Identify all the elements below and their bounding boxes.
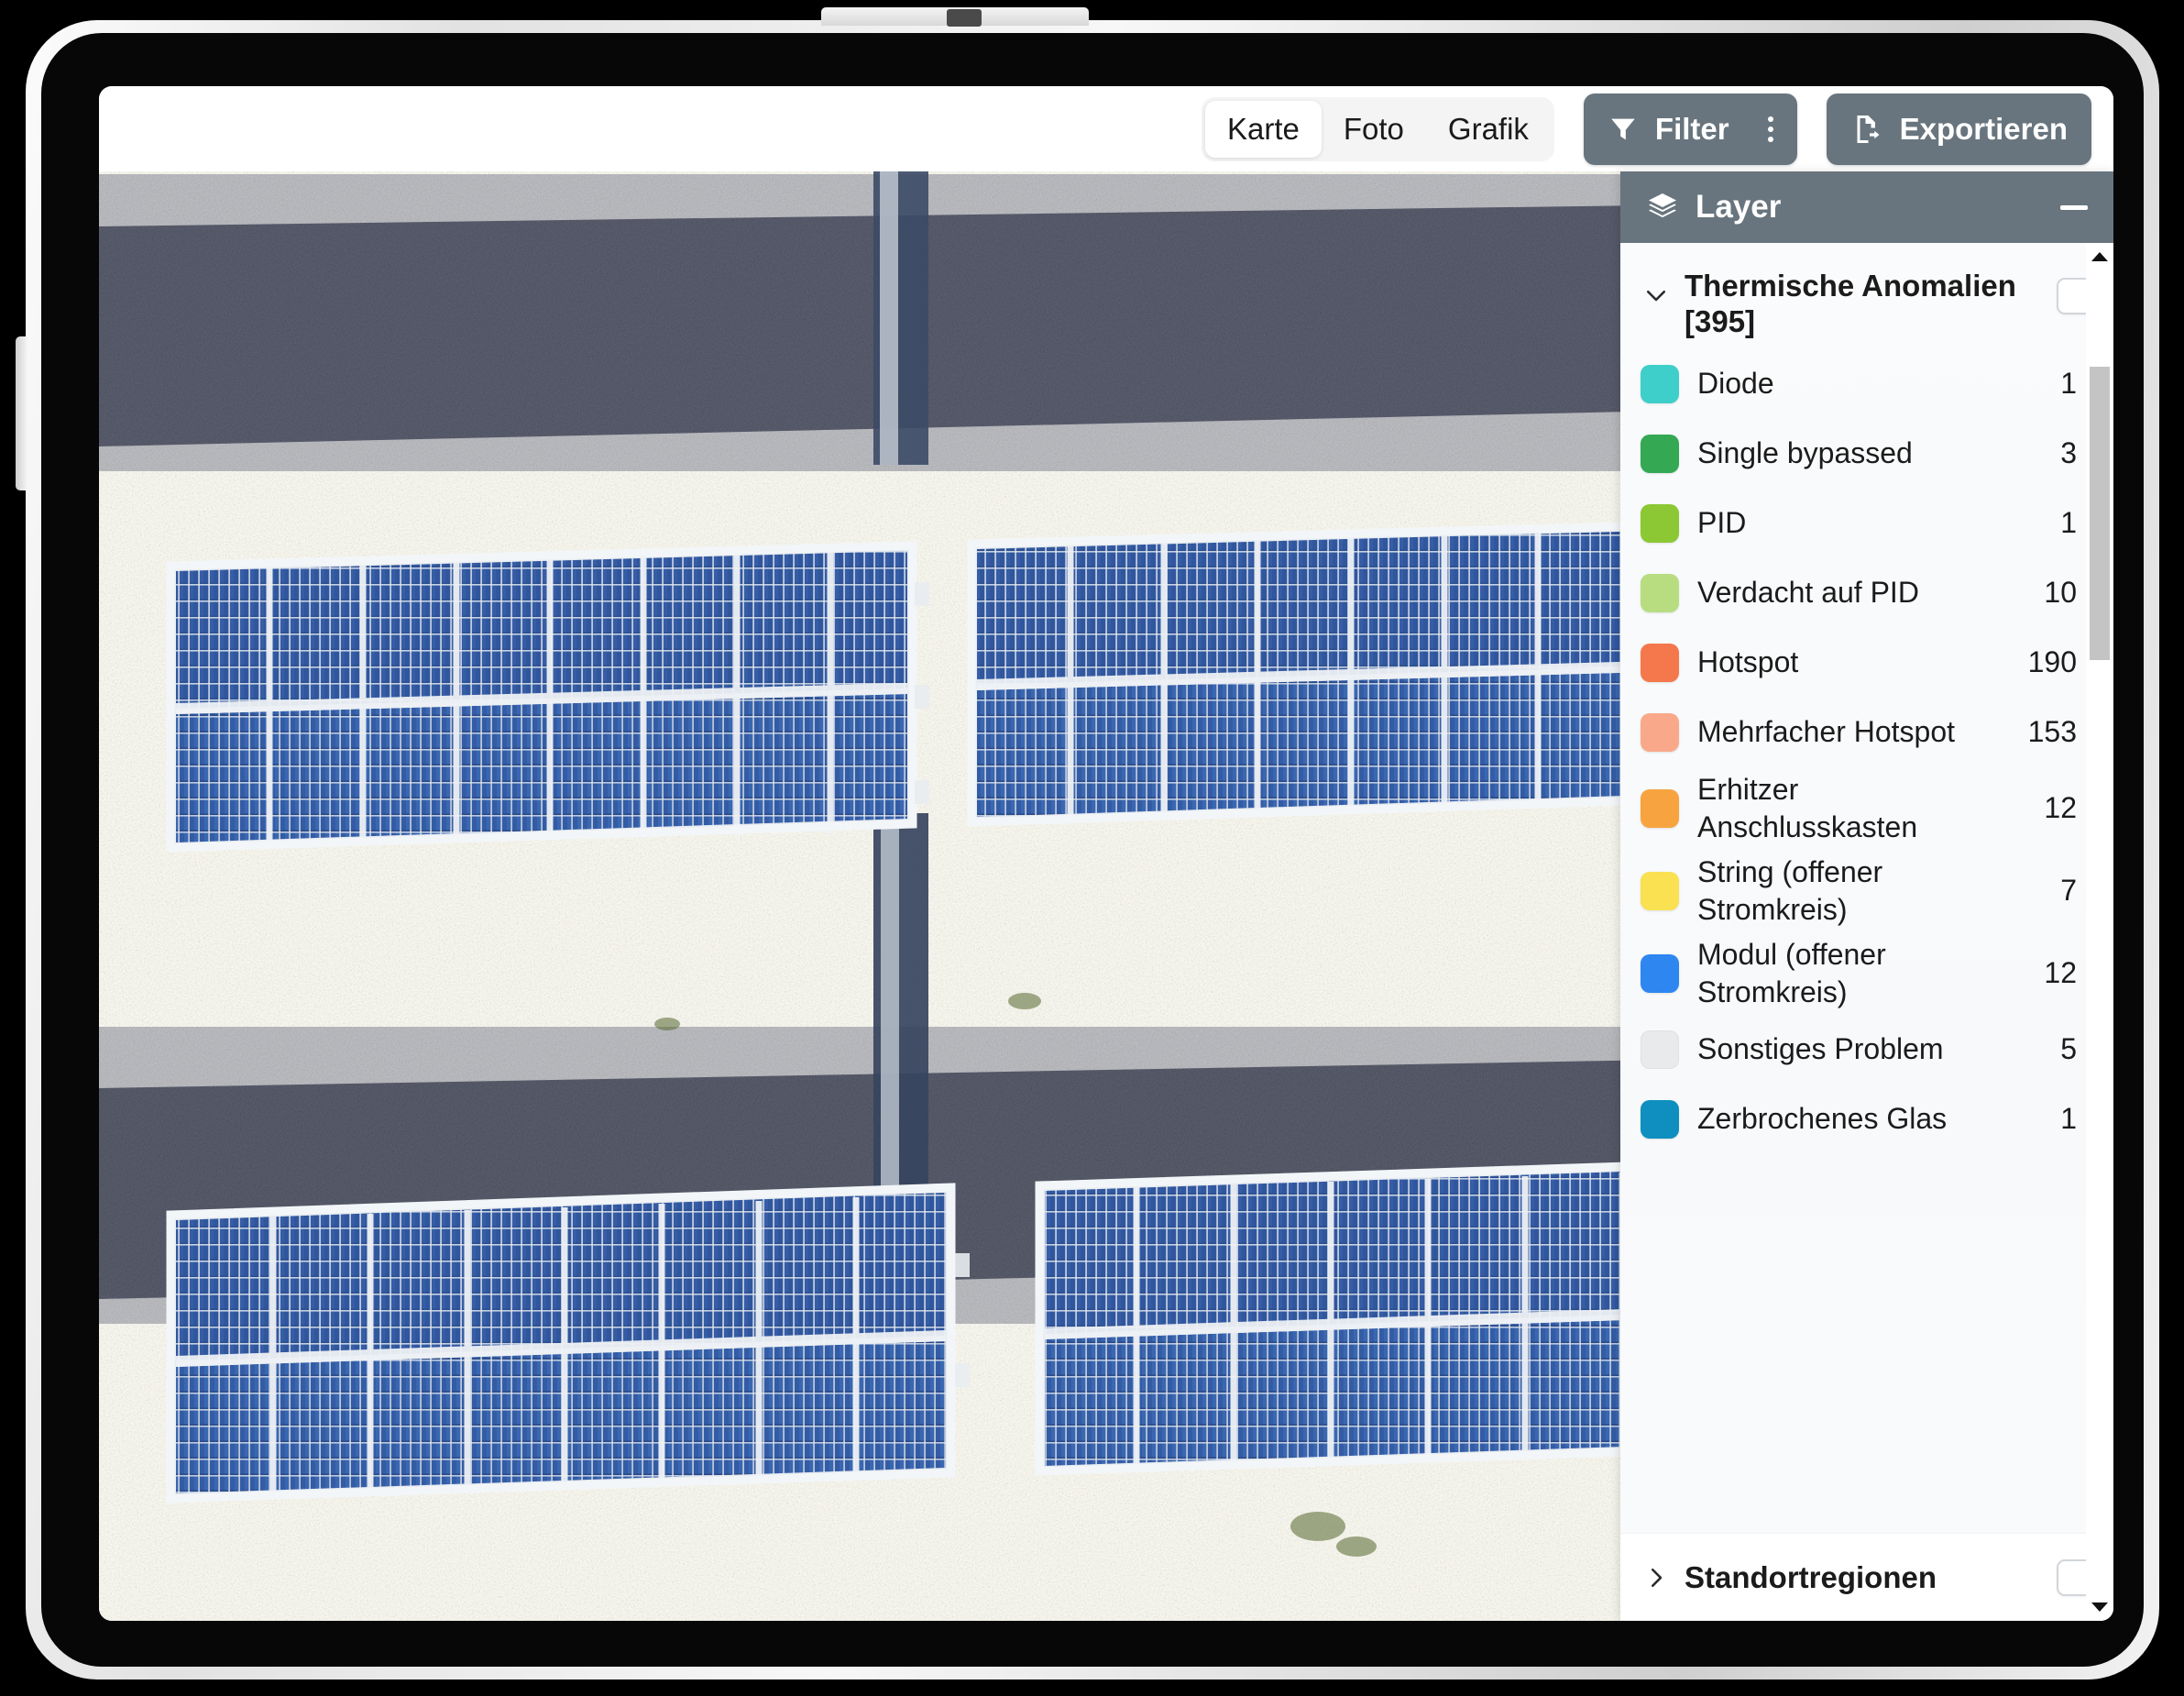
legend-row[interactable]: Modul (offener Stromkreis) 12	[1641, 932, 2093, 1015]
filter-button-label: Filter	[1654, 111, 1729, 146]
legend-label: PID	[1697, 506, 1747, 540]
chevron-down-icon[interactable]	[1641, 269, 1672, 309]
scrollbar-track[interactable]	[2086, 270, 2113, 1593]
layer-panel-scrollbar[interactable]	[2086, 243, 2113, 1621]
legend-row[interactable]: PID 1	[1641, 489, 2093, 558]
legend-label: Hotspot	[1697, 645, 1799, 679]
legend-color-swatch	[1641, 953, 1679, 993]
scrollbar-thumb[interactable]	[2090, 367, 2110, 660]
legend-row[interactable]: String (offener Stromkreis) 7	[1641, 850, 2093, 932]
legend-label: Diode	[1697, 367, 1774, 401]
funnel-icon	[1608, 114, 1639, 145]
legend-color-swatch	[1641, 643, 1679, 682]
legend-color-swatch	[1641, 788, 1679, 828]
legend-count: 5	[2060, 1032, 2077, 1066]
layer-panel-title: Layer	[1696, 189, 1782, 225]
device-bezel: Karte Foto Grafik Filter Exportieren Lay…	[41, 33, 2144, 1667]
legend-label: Single bypassed	[1697, 436, 1913, 470]
legend-color-swatch	[1641, 364, 1679, 403]
legend-label: Erhitzer Anschlusskasten	[1697, 772, 1918, 843]
legend-label: String (offener Stromkreis)	[1697, 854, 1883, 926]
solar-panel-row-1-right	[967, 521, 1662, 827]
legend-label: Modul (offener Stromkreis)	[1697, 937, 1886, 1008]
solar-panel-row-2-left	[166, 1183, 956, 1503]
legend-count: 7	[2060, 874, 2077, 908]
legend-row[interactable]: Single bypassed 3	[1641, 419, 2093, 489]
camera-lens	[947, 9, 982, 27]
tablet-device-frame: Karte Foto Grafik Filter Exportieren Lay…	[16, 7, 2159, 1679]
more-vertical-icon[interactable]	[1767, 116, 1773, 142]
file-export-icon	[1850, 113, 1883, 146]
tab-foto[interactable]: Foto	[1322, 101, 1426, 158]
view-mode-tabs: Karte Foto Grafik	[1201, 96, 1554, 161]
export-button[interactable]: Exportieren	[1826, 93, 2091, 165]
legend-color-swatch	[1641, 434, 1679, 473]
legend-row[interactable]: Erhitzer Anschlusskasten 12	[1641, 767, 2093, 850]
legend-color-swatch	[1641, 871, 1679, 910]
legend-label: Zerbrochenes Glas	[1697, 1102, 1948, 1136]
legend-count: 12	[2044, 956, 2077, 990]
layer-panel: Layer Thermische Anomalien [395] Diode 1 S…	[1620, 171, 2113, 1621]
legend-count: 1	[2060, 367, 2077, 401]
layer-group2-title: Standortregionen	[1685, 1559, 1937, 1594]
caret-up-icon[interactable]	[2091, 243, 2109, 270]
layers-icon	[1646, 191, 1679, 224]
legend-color-swatch	[1641, 573, 1679, 612]
filter-button[interactable]: Filter	[1583, 93, 1797, 165]
top-toolbar: Karte Foto Grafik Filter Exportieren	[99, 86, 2113, 171]
legend-label: Sonstiges Problem	[1697, 1032, 1944, 1066]
legend-label: Mehrfacher Hotspot	[1697, 715, 1956, 749]
legend-color-swatch	[1641, 1099, 1679, 1139]
layer-group-thermische-anomalien[interactable]: Thermische Anomalien [395]	[1620, 243, 2113, 349]
layer-group-standortregionen[interactable]: Standortregionen	[1620, 1533, 2113, 1621]
legend-count: 10	[2044, 576, 2077, 610]
legend-row[interactable]: Mehrfacher Hotspot 153	[1641, 698, 2093, 767]
tablet-screen: Karte Foto Grafik Filter Exportieren Lay…	[99, 86, 2113, 1621]
legend-row[interactable]: Diode 1	[1641, 349, 2093, 419]
legend-row[interactable]: Hotspot 190	[1641, 628, 2093, 698]
tab-karte[interactable]: Karte	[1204, 100, 1322, 158]
legend-label: Verdacht auf PID	[1697, 576, 1919, 610]
layer-group-title: Thermische Anomalien [395]	[1685, 269, 2016, 338]
legend-count: 1	[2060, 506, 2077, 540]
tab-grafik[interactable]: Grafik	[1426, 101, 1551, 158]
legend-count: 3	[2060, 436, 2077, 470]
layer-panel-header[interactable]: Layer	[1620, 171, 2113, 243]
chevron-right-icon[interactable]	[1641, 1564, 1672, 1591]
legend-color-swatch	[1641, 503, 1679, 543]
legend-row[interactable]: Verdacht auf PID 10	[1641, 558, 2093, 628]
legend-count: 1	[2060, 1102, 2077, 1136]
legend-list: Diode 1 Single bypassed 3 PID 1 Verdacht auf P…	[1620, 349, 2113, 1154]
legend-row[interactable]: Sonstiges Problem 5	[1641, 1015, 2093, 1085]
device-side-button[interactable]	[16, 336, 27, 490]
legend-color-swatch	[1641, 1030, 1679, 1069]
caret-down-icon[interactable]	[2091, 1593, 2109, 1621]
export-button-label: Exportieren	[1899, 111, 2068, 146]
legend-count: 12	[2044, 791, 2077, 825]
legend-row[interactable]: Zerbrochenes Glas 1	[1641, 1085, 2093, 1154]
solar-panel-row-1-left	[166, 541, 917, 853]
legend-color-swatch	[1641, 712, 1679, 752]
legend-count: 190	[2027, 645, 2077, 679]
legend-count: 153	[2027, 715, 2077, 749]
layer-panel-body: Thermische Anomalien [395] Diode 1 Single …	[1620, 243, 2113, 1621]
minimize-icon[interactable]	[2060, 204, 2088, 210]
